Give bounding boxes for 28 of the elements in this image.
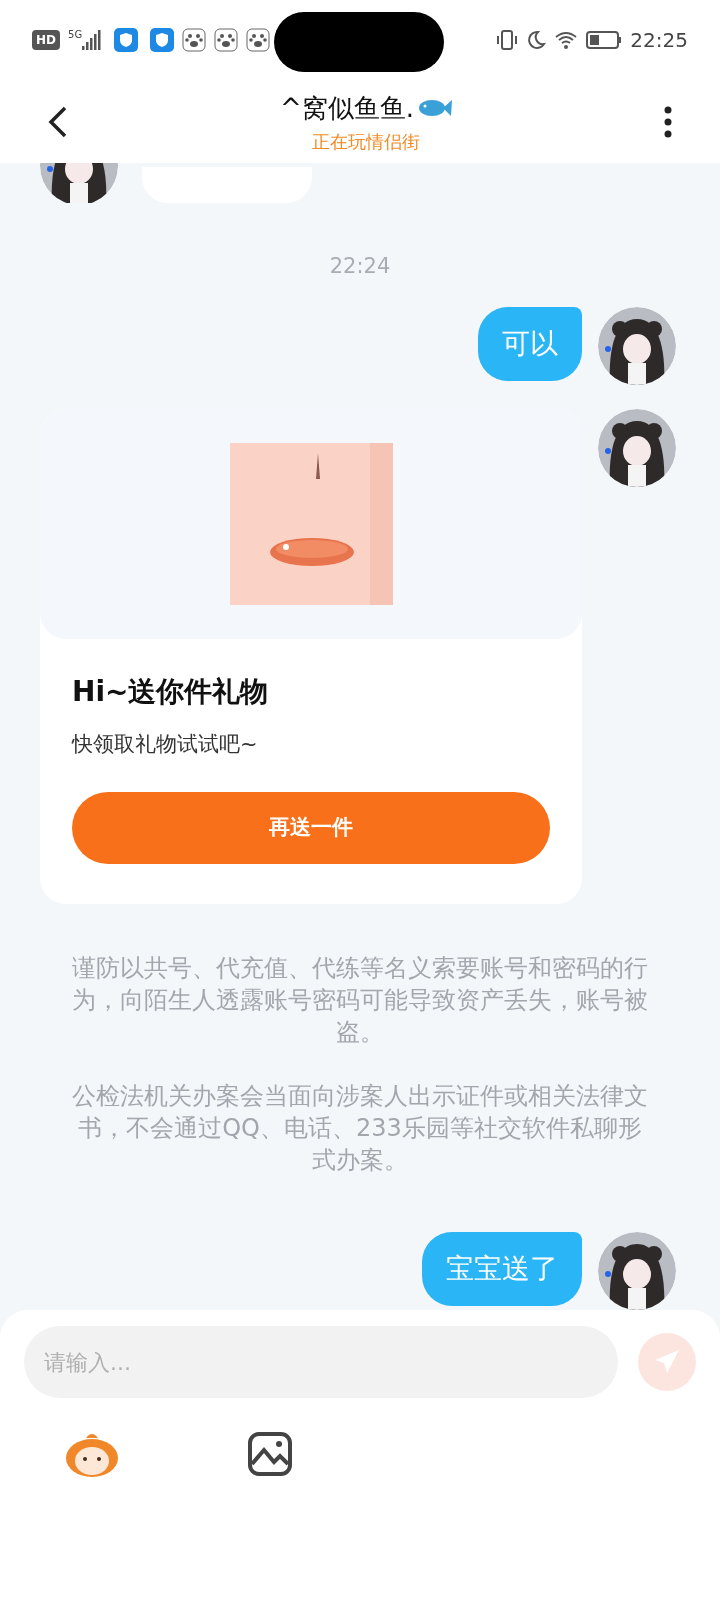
paw-icon <box>246 28 271 53</box>
status-subtitle: 正在玩情侣街 <box>312 129 420 154</box>
card-title: Hi~送你件礼物 <box>71 673 270 710</box>
safety-notice: 公检法机关办案会当面向涉案人出示证件或相关法律文书，不会通过QQ、电话、233乐园等社交软件私聊形式办案。 <box>71 1081 649 1177</box>
network-type: 5G <box>68 27 83 42</box>
more-icon[interactable] <box>664 105 672 138</box>
fish-icon <box>418 98 453 119</box>
vibrate-icon <box>496 29 519 52</box>
image-icon[interactable] <box>248 1432 292 1477</box>
chat-title: ^窝似鱼鱼. <box>279 91 415 125</box>
shield-icon <box>150 28 175 53</box>
signal-icon <box>82 30 103 51</box>
card-subtitle: 快领取礼物试试吧~ <box>70 730 259 758</box>
paw-icon <box>214 28 239 53</box>
timestamp: 22:24 <box>329 253 391 281</box>
wifi-icon <box>554 30 579 51</box>
safety-notice: 谨防以共号、代充值、代练等名义索要账号和密码的行为，向陌生人透露账号密码可能导致资产丢失，账号被盗。 <box>71 953 649 1049</box>
hd-indicator: HD <box>32 30 60 51</box>
message-bubble: 可以 <box>478 306 582 381</box>
moon-icon <box>526 30 547 51</box>
message-input[interactable]: 请输入... <box>24 1326 618 1399</box>
battery-icon <box>586 30 623 51</box>
message-bubble: 宝宝送了 <box>422 1232 582 1307</box>
clock: 22:25 <box>630 27 688 55</box>
back-icon[interactable] <box>48 105 68 138</box>
shield-icon <box>114 28 139 53</box>
send-again-button[interactable]: 再送一件 <box>72 792 550 865</box>
paw-icon <box>182 28 207 53</box>
